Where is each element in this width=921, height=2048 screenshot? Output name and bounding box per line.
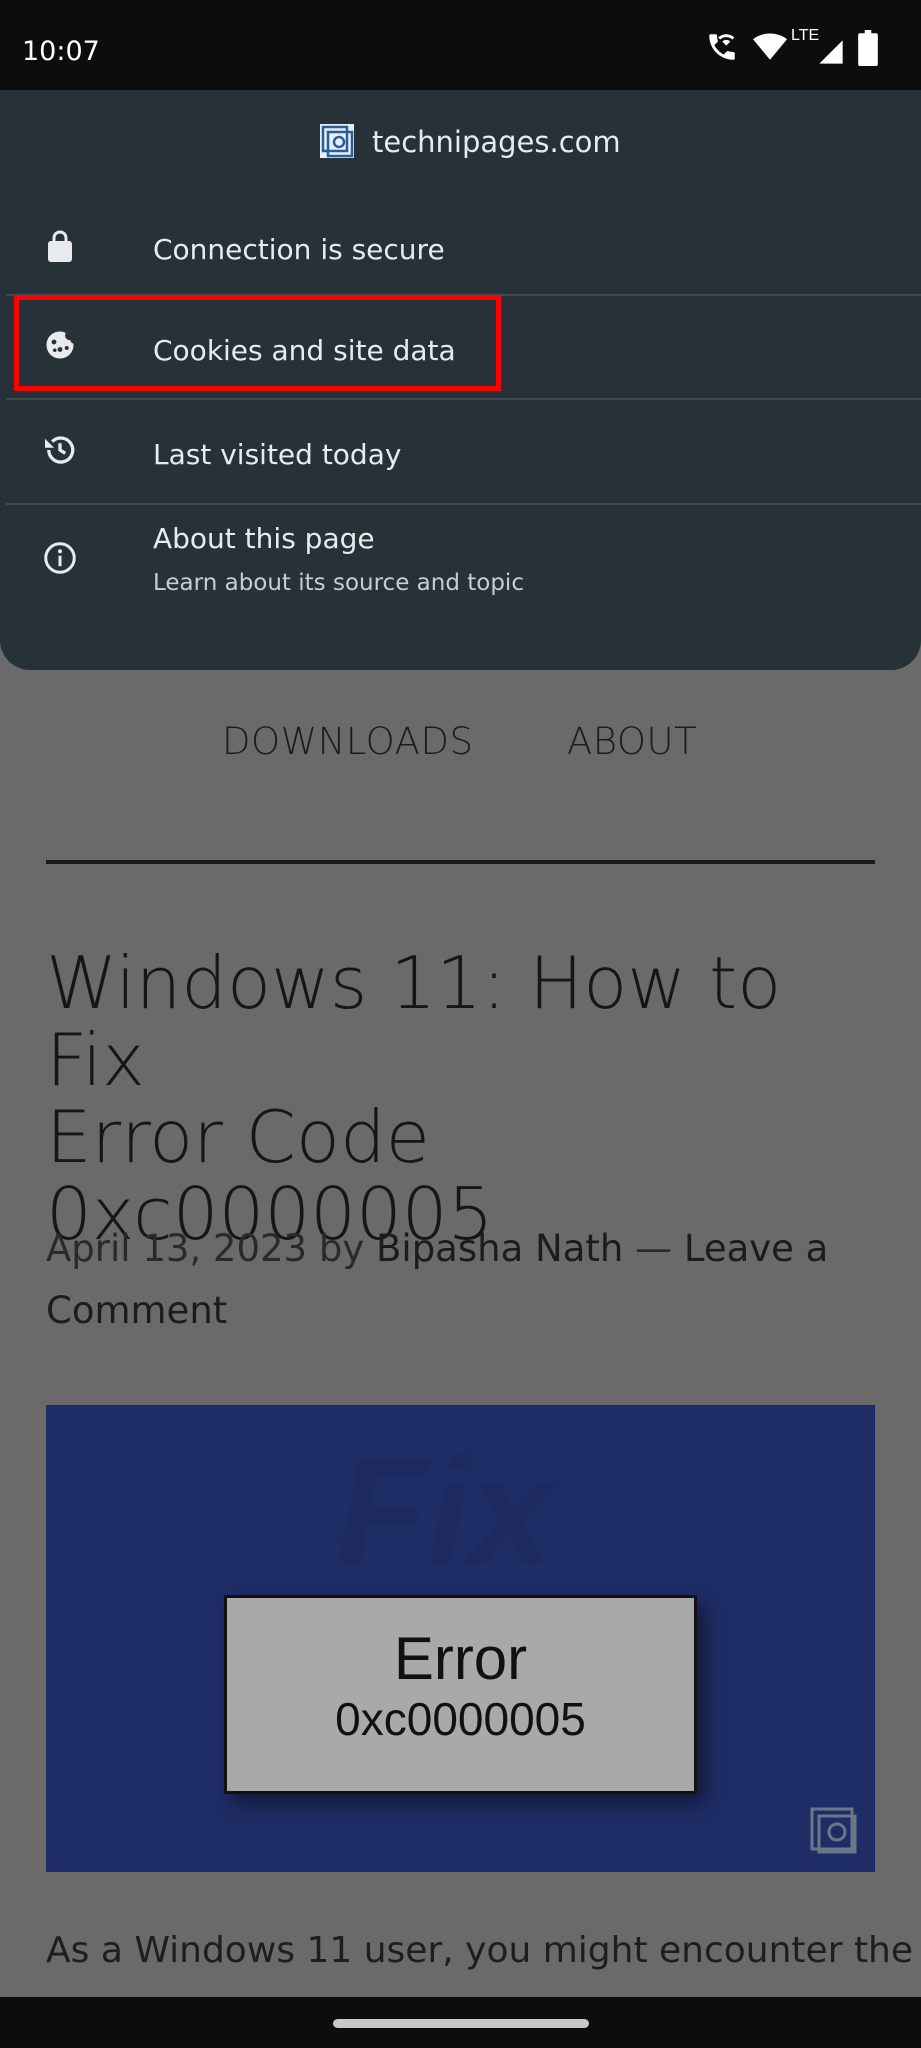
battery-icon bbox=[858, 30, 878, 66]
navigation-bar bbox=[0, 1997, 921, 2048]
nav-about[interactable]: ABOUT bbox=[567, 720, 697, 763]
article-title-line: Error Code bbox=[46, 1095, 430, 1179]
status-icons: LTE bbox=[705, 27, 905, 70]
hero-image: Fix Error 0xc0000005 bbox=[46, 1405, 875, 1872]
wifi-icon bbox=[753, 33, 787, 60]
error-dialog-graphic: Error 0xc0000005 bbox=[224, 1595, 697, 1794]
byline-separator: — bbox=[635, 1227, 673, 1270]
article-title: Windows 11: How to Fix Error Code 0xc000… bbox=[46, 945, 886, 1253]
error-code: 0xc0000005 bbox=[335, 1693, 586, 1745]
history-icon bbox=[45, 436, 75, 464]
menu-item-last-visited[interactable]: Last visited today bbox=[0, 400, 921, 504]
publish-date: April 13, 2023 bbox=[46, 1227, 308, 1270]
site-domain: technipages.com bbox=[372, 125, 621, 159]
article-byline: April 13, 2023 by Bipasha Nath — Leave a… bbox=[46, 1218, 876, 1342]
home-gesture-handle[interactable] bbox=[333, 2019, 589, 2028]
info-icon bbox=[44, 542, 76, 574]
menu-item-connection-secure[interactable]: Connection is secure bbox=[0, 195, 921, 299]
error-title: Error bbox=[393, 1625, 528, 1692]
lte-signal-icon bbox=[819, 40, 843, 64]
nav-downloads[interactable]: DOWNLOADS bbox=[222, 720, 473, 763]
site-info-sheet: technipages.com Connection is secure Coo… bbox=[0, 90, 921, 670]
site-logo-icon bbox=[810, 1807, 857, 1854]
site-favicon-icon bbox=[320, 124, 354, 158]
menu-item-label: About this page bbox=[153, 522, 375, 555]
status-bar: 10:07 LTE bbox=[0, 0, 921, 90]
hero-watermark-text: Fix bbox=[336, 1427, 553, 1595]
lock-icon bbox=[48, 230, 72, 262]
menu-item-sublabel: Learn about its source and topic bbox=[153, 570, 524, 596]
menu-item-about-page[interactable]: About this page Learn about its source a… bbox=[0, 505, 921, 645]
lte-label: LTE bbox=[791, 27, 820, 44]
site-info-header: technipages.com bbox=[0, 90, 921, 190]
status-time: 10:07 bbox=[22, 36, 100, 67]
highlight-box bbox=[14, 295, 501, 391]
article-title-line: Windows 11: How to Fix bbox=[46, 941, 782, 1102]
wifi-calling-icon bbox=[709, 34, 735, 60]
menu-item-label: Last visited today bbox=[153, 438, 402, 471]
menu-item-label: Connection is secure bbox=[153, 233, 445, 266]
byline-by: by bbox=[318, 1227, 365, 1270]
nav-divider bbox=[46, 860, 875, 864]
author-link[interactable]: Bipasha Nath bbox=[376, 1227, 623, 1270]
article-body-text: As a Windows 11 user, you might encounte… bbox=[46, 1930, 914, 1971]
